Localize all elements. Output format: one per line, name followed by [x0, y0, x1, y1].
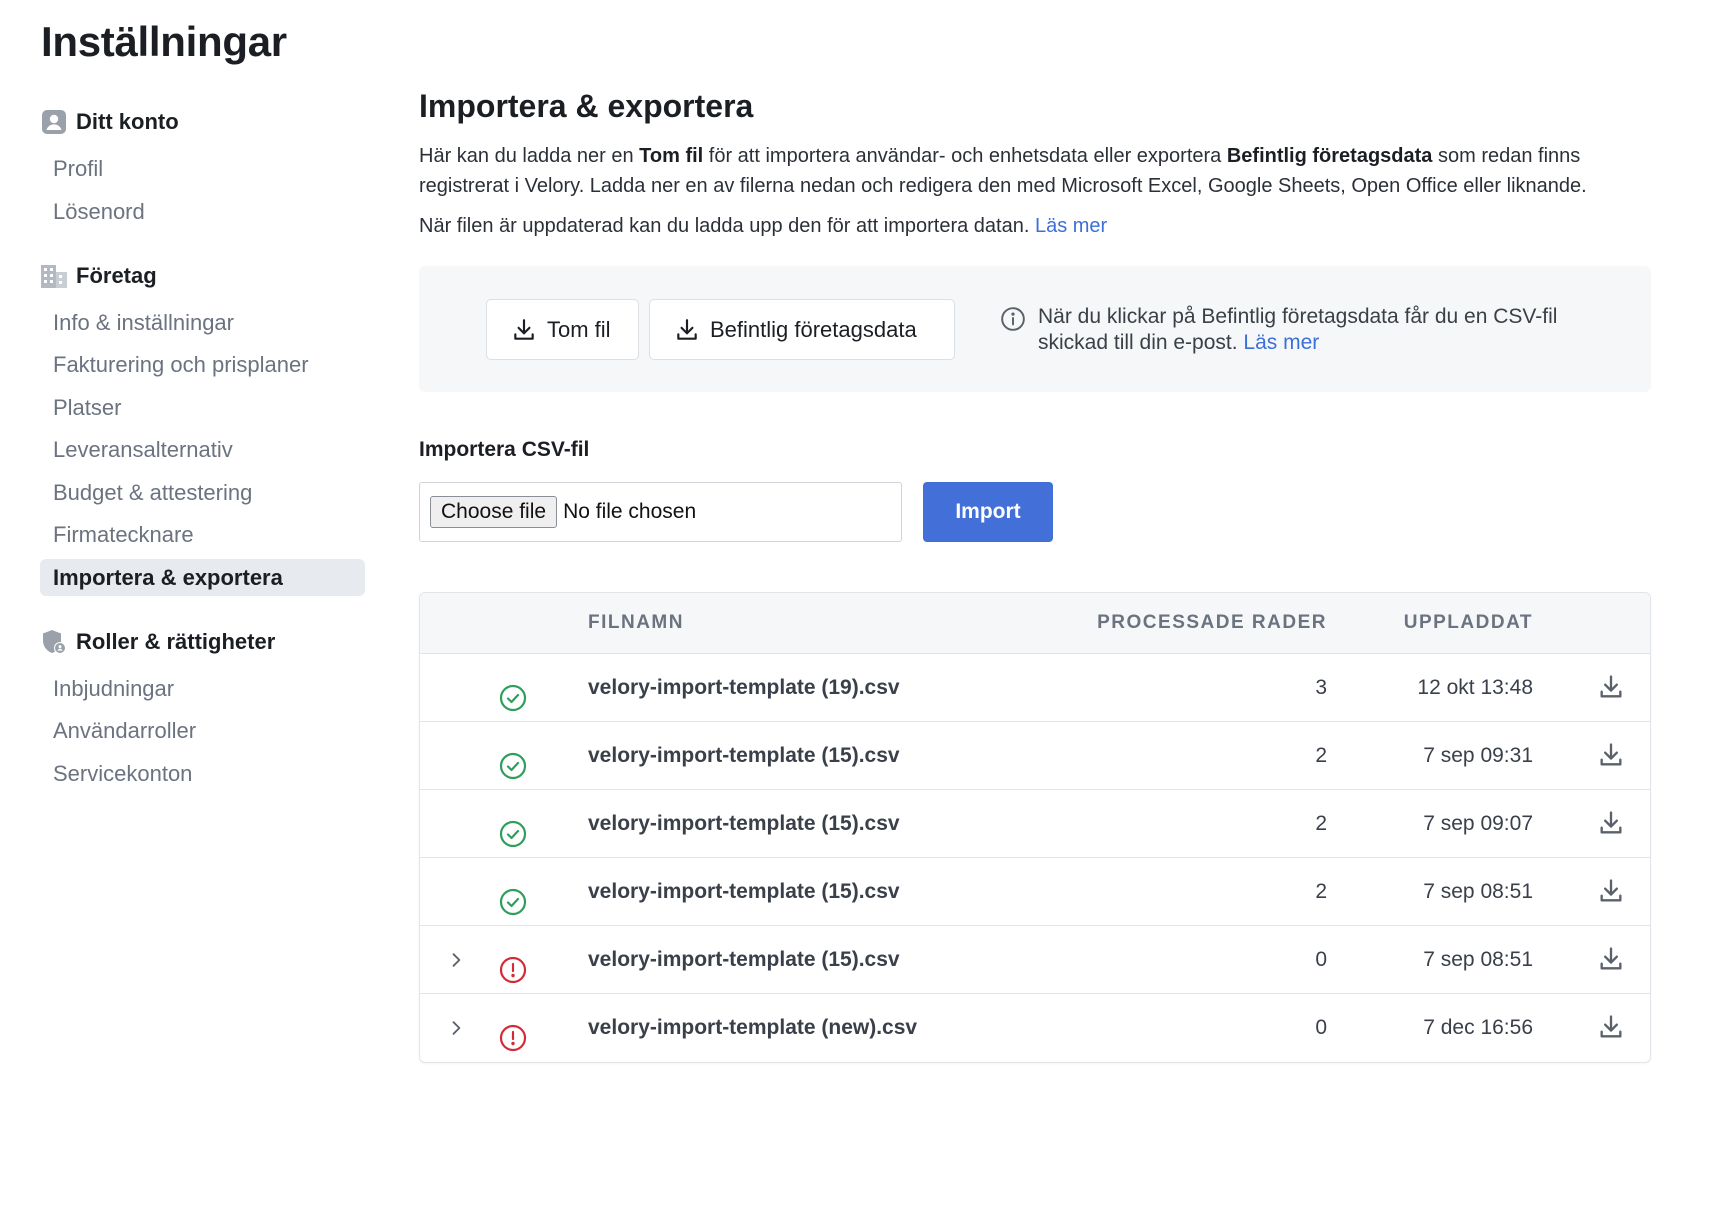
table-row: velory-import-template (15).csv 2 7 sep 08…	[420, 858, 1650, 926]
file-name: velory-import-template (15).csv	[588, 812, 900, 835]
sidebar-item[interactable]: Profil	[40, 150, 365, 187]
success-check-icon	[498, 741, 528, 780]
file-name: velory-import-template (19).csv	[588, 676, 900, 699]
expand-chevron-icon[interactable]	[444, 1016, 468, 1040]
header-filename: FILNAMN	[588, 612, 684, 633]
sidebar-group: Ditt konto Profil Lösenord	[40, 104, 365, 230]
uploaded-date: 7 sep 09:31	[1423, 744, 1533, 767]
download-empty-file-button[interactable]: Tom fil	[486, 299, 639, 360]
import-history-table: FILNAMN PROCESSADE RADER UPPLADDAT velor…	[419, 592, 1651, 1063]
sidebar-section-label: Företag	[76, 262, 157, 288]
building-icon	[40, 262, 68, 290]
sidebar-item[interactable]: Servicekonton	[40, 755, 365, 792]
table-row: velory-import-template (19).csv 3 12 okt 1…	[420, 654, 1650, 722]
settings-sidebar: Ditt konto Profil Lösenord Företag Info & in…	[40, 104, 365, 820]
table-row: velory-import-template (15).csv 2 7 sep 09…	[420, 722, 1650, 790]
download-icon[interactable]	[1596, 1012, 1626, 1042]
info-read-more-link[interactable]: Läs mer	[1243, 331, 1319, 354]
file-name: velory-import-template (15).csv	[588, 948, 900, 971]
choose-file-button[interactable]: Choose file	[430, 496, 558, 528]
sidebar-section-label: Roller & rättigheter	[76, 628, 276, 654]
sidebar-group: Roller & rättigheter Inbjudningar Användar…	[40, 624, 365, 792]
table-body: velory-import-template (19).csv 3 12 okt 1…	[420, 654, 1650, 1062]
download-empty-file-label: Tom fil	[547, 316, 611, 342]
sidebar-section-label: Ditt konto	[76, 109, 179, 134]
header-uploaded: UPPLADDAT	[1403, 612, 1533, 633]
uploaded-date: 12 okt 13:48	[1417, 676, 1533, 699]
sidebar-item[interactable]: Firmatecknare	[40, 516, 365, 553]
sidebar-section-header: Roller & rättigheter	[40, 624, 365, 660]
download-icon[interactable]	[1596, 740, 1626, 770]
processed-rows: 2	[1315, 880, 1327, 903]
success-check-icon	[498, 877, 528, 916]
desc-existing-data: Befintlig företagsdata	[1226, 145, 1433, 167]
sidebar-item[interactable]: Användarroller	[40, 712, 365, 749]
download-existing-data-label: Befintlig företagsdata	[710, 316, 917, 342]
sidebar-item[interactable]: Leveransalternativ	[40, 431, 365, 468]
import-csv-label: Importera CSV-fil	[419, 438, 590, 461]
sidebar-item[interactable]: Platser	[40, 389, 365, 426]
download-icon[interactable]	[1596, 808, 1626, 838]
section-title: Importera & exportera	[419, 88, 754, 124]
desc-empty-file: Tom fil	[639, 145, 704, 167]
uploaded-date: 7 sep 09:07	[1423, 812, 1533, 835]
download-icon[interactable]	[1596, 672, 1626, 702]
download-icon[interactable]	[1596, 876, 1626, 906]
description-2: När filen är uppdaterad kan du ladda upp…	[419, 211, 1651, 241]
export-panel: Tom fil Befintlig företagsdata När du kl…	[419, 266, 1651, 392]
file-name: velory-import-template (15).csv	[588, 744, 900, 767]
sidebar-item[interactable]: Inbjudningar	[40, 670, 365, 707]
sidebar-item[interactable]: Info & inställningar	[40, 304, 365, 341]
download-icon	[674, 317, 700, 343]
processed-rows: 2	[1315, 812, 1327, 835]
export-info: När du klickar på Befintlig företagsdata…	[1000, 304, 1560, 356]
table-row: velory-import-template (15).csv 0 7 sep 08…	[420, 926, 1650, 994]
file-name: velory-import-template (new).csv	[588, 1016, 918, 1039]
sidebar-item[interactable]: Fakturering och prisplaner	[40, 346, 365, 383]
uploaded-date: 7 sep 08:51	[1423, 948, 1533, 971]
sidebar-item[interactable]: Importera & exportera	[40, 558, 365, 596]
table-row: velory-import-template (new).csv 0 7 dec 1…	[420, 994, 1650, 1062]
desc-text-2: för att importera användar- och enhetsda…	[703, 145, 1227, 167]
desc2-text: När filen är uppdaterad kan du ladda upp…	[419, 215, 1035, 237]
page-title: Inställningar	[41, 18, 287, 65]
processed-rows: 2	[1315, 744, 1327, 767]
sidebar-item[interactable]: Budget & attestering	[40, 474, 365, 511]
success-check-icon	[498, 809, 528, 848]
uploaded-date: 7 dec 16:56	[1423, 1016, 1533, 1039]
sidebar-section-header: Företag	[40, 258, 365, 294]
table-header: FILNAMN PROCESSADE RADER UPPLADDAT	[420, 593, 1650, 654]
main-content: Importera & exportera Här kan du ladda n…	[419, 88, 1651, 1063]
processed-rows: 3	[1315, 676, 1327, 699]
processed-rows: 0	[1315, 1016, 1327, 1039]
read-more-link[interactable]: Läs mer	[1035, 215, 1107, 237]
info-icon	[1000, 306, 1026, 356]
uploaded-date: 7 sep 08:51	[1423, 880, 1533, 903]
import-button[interactable]: Import	[923, 482, 1053, 542]
download-existing-data-button[interactable]: Befintlig företagsdata	[649, 299, 955, 360]
download-icon	[511, 317, 537, 343]
header-processed-rows: PROCESSADE RADER	[1097, 612, 1327, 633]
processed-rows: 0	[1315, 948, 1327, 971]
sidebar-section-header: Ditt konto	[40, 104, 365, 140]
sidebar-item[interactable]: Lösenord	[40, 193, 365, 230]
error-alert-icon	[498, 945, 528, 984]
desc-text-1: Här kan du ladda ner en	[419, 145, 640, 167]
table-row: velory-import-template (15).csv 2 7 sep 09…	[420, 790, 1650, 858]
shield-user-icon	[40, 628, 68, 656]
export-info-text: När du klickar på Befintlig företagsdata…	[1038, 304, 1560, 356]
expand-chevron-icon[interactable]	[444, 948, 468, 972]
success-check-icon	[498, 673, 528, 712]
error-alert-icon	[498, 1013, 528, 1052]
download-icon[interactable]	[1596, 944, 1626, 974]
file-input[interactable]: Choose file No file chosen	[419, 482, 902, 542]
user-icon	[40, 108, 68, 136]
import-row: Choose file No file chosen Import	[419, 482, 1651, 542]
file-name: velory-import-template (15).csv	[588, 880, 900, 903]
no-file-text: No file chosen	[563, 500, 697, 523]
description: Här kan du ladda ner en Tom fil för att …	[419, 141, 1599, 201]
sidebar-group: Företag Info & inställningar Fakturering o…	[40, 258, 365, 596]
